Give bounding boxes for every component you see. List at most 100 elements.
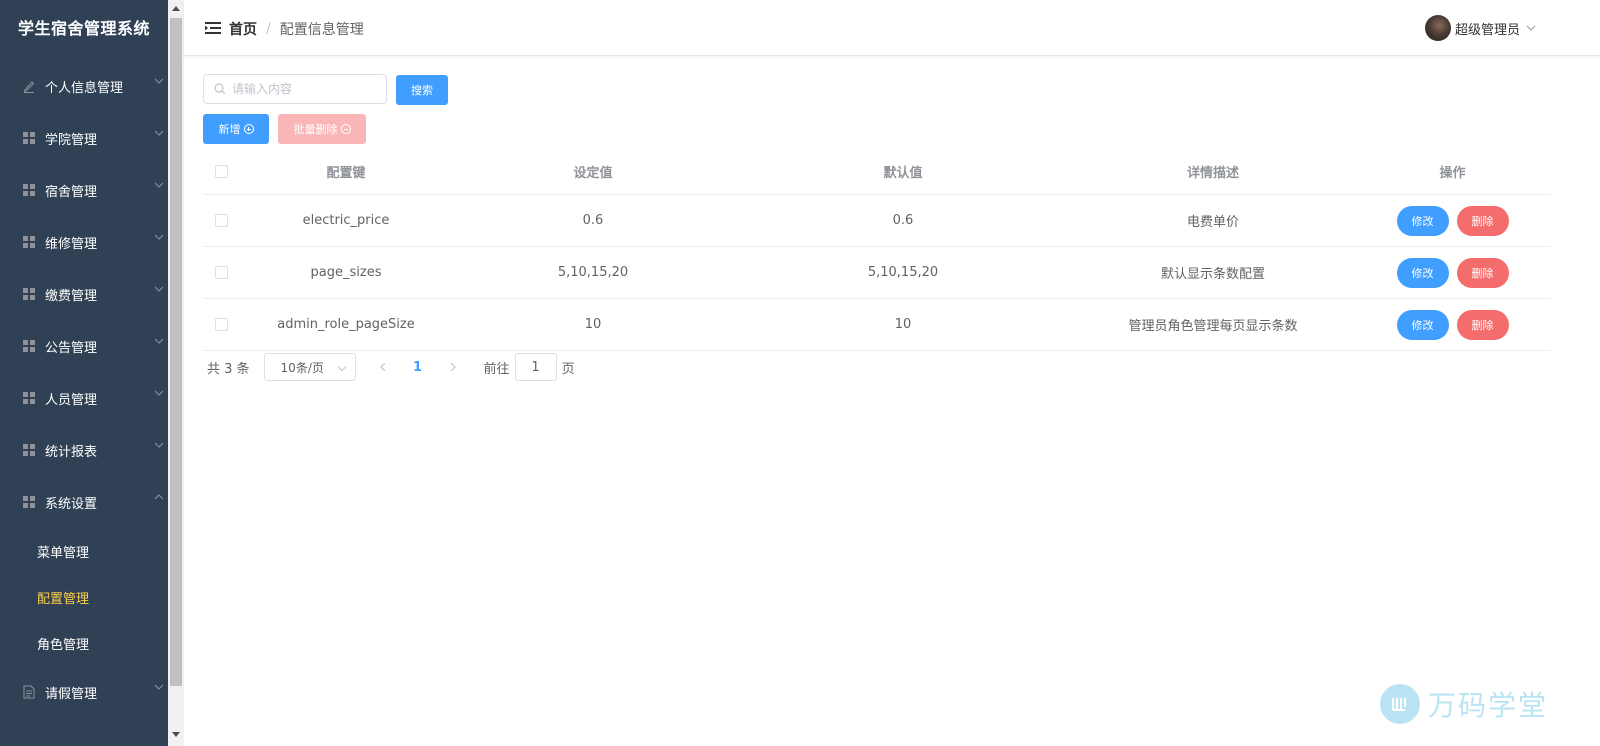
edit-button[interactable]: 修改 xyxy=(1396,257,1449,288)
column-header-description: 详情描述 xyxy=(1186,165,1239,181)
sidebar-item-payment[interactable]: 缴费管理 xyxy=(0,268,168,320)
sidebar-item-label: 人员管理 xyxy=(45,392,98,408)
table-row: admin_role_pageSize 10 10 管理员角色管理每页显示条数 … xyxy=(203,299,1551,351)
sidebar-item-label: 统计报表 xyxy=(45,444,98,460)
chevron-down-icon xyxy=(154,684,164,690)
sidebar-item-label: 系统设置 xyxy=(45,496,98,512)
cell-default: 5,10,15,20 xyxy=(867,265,939,280)
goto-page-input[interactable] xyxy=(514,353,557,381)
chevron-down-icon xyxy=(154,182,164,188)
user-name: 超级管理员 xyxy=(1454,22,1520,38)
sidebar-subitem-role[interactable]: 角色管理 xyxy=(0,620,168,666)
plus-circle-icon xyxy=(243,124,254,134)
chevron-down-icon xyxy=(154,442,164,448)
table-row: page_sizes 5,10,15,20 5,10,15,20 默认显示条数配… xyxy=(203,247,1551,299)
row-checkbox[interactable] xyxy=(215,214,228,227)
sidebar-item-reports[interactable]: 统计报表 xyxy=(0,424,168,476)
page-number-current[interactable]: 1 xyxy=(398,360,438,375)
avatar xyxy=(1424,15,1451,41)
edit-button[interactable]: 修改 xyxy=(1396,309,1449,340)
sidebar-item-repair[interactable]: 维修管理 xyxy=(0,216,168,268)
select-all-cell xyxy=(203,164,240,178)
cell-description: 默认显示条数配置 xyxy=(1160,267,1265,282)
chevron-down-icon xyxy=(337,362,346,372)
chevron-right-icon xyxy=(450,362,456,372)
breadcrumb: 首页 / 配置信息管理 xyxy=(229,19,364,39)
sidebar-item-personnel[interactable]: 人员管理 xyxy=(0,372,168,424)
page-size-select[interactable]: 10条/页 xyxy=(263,353,356,381)
document-icon xyxy=(22,685,36,699)
row-checkbox[interactable] xyxy=(215,266,228,279)
table-row: electric_price 0.6 0.6 电费单价 修改 删除 xyxy=(203,195,1551,247)
breadcrumb-home[interactable]: 首页 xyxy=(229,19,257,39)
breadcrumb-separator: / xyxy=(266,21,271,37)
column-header-default: 默认值 xyxy=(883,165,923,181)
delete-button[interactable]: 删除 xyxy=(1456,309,1509,340)
sidebar-item-personal-info[interactable]: 个人信息管理 xyxy=(0,60,168,112)
grid-icon xyxy=(22,443,36,457)
sidebar-item-label: 缴费管理 xyxy=(45,288,98,304)
batch-delete-button[interactable]: 批量删除 xyxy=(278,114,366,144)
minus-circle-icon xyxy=(340,124,351,134)
chevron-down-icon xyxy=(154,130,164,136)
page-size-value: 10条/页 xyxy=(280,360,324,375)
sidebar-item-label: 个人信息管理 xyxy=(45,80,124,96)
goto-suffix: 页 xyxy=(561,361,575,377)
menu-toggle-icon[interactable] xyxy=(205,22,221,34)
chevron-down-icon xyxy=(1526,25,1536,31)
scroll-down-arrow-icon[interactable] xyxy=(172,732,180,737)
cell-description: 管理员角色管理每页显示条数 xyxy=(1128,319,1298,334)
sidebar-item-leave[interactable]: 请假管理 xyxy=(0,666,168,718)
watermark-text: 万码学堂 xyxy=(1427,689,1548,722)
sidebar-subitem-config[interactable]: 配置管理 xyxy=(0,574,168,620)
cell-default: 0.6 xyxy=(892,213,914,228)
search-input[interactable] xyxy=(232,82,382,96)
sidebar-item-label: 公告管理 xyxy=(45,340,98,356)
user-menu[interactable]: 超级管理员 xyxy=(1424,15,1536,41)
sidebar-scrollbar[interactable] xyxy=(168,0,184,746)
chevron-up-icon xyxy=(154,494,164,500)
breadcrumb-current: 配置信息管理 xyxy=(279,22,364,38)
select-all-checkbox[interactable] xyxy=(215,164,228,178)
cell-actions: 修改 删除 xyxy=(1354,257,1551,288)
cell-value: 5,10,15,20 xyxy=(557,265,629,280)
batch-delete-label: 批量删除 xyxy=(293,123,338,136)
sidebar-item-college[interactable]: 学院管理 xyxy=(0,112,168,164)
prev-page-button[interactable] xyxy=(368,353,398,381)
scrollbar-thumb[interactable] xyxy=(170,18,182,686)
sidebar-item-label: 维修管理 xyxy=(45,236,98,252)
cell-key: page_sizes xyxy=(310,265,382,280)
edit-button[interactable]: 修改 xyxy=(1396,205,1449,236)
search-icon xyxy=(214,83,226,95)
column-header-actions: 操作 xyxy=(1439,165,1466,181)
delete-button[interactable]: 删除 xyxy=(1456,257,1509,288)
edit-icon xyxy=(22,79,36,93)
pagination-total: 共 3 条 xyxy=(207,361,250,377)
add-button[interactable]: 新增 xyxy=(203,114,269,144)
grid-icon xyxy=(22,131,36,145)
grid-icon xyxy=(22,339,36,353)
sidebar-item-dorm[interactable]: 宿舍管理 xyxy=(0,164,168,216)
scroll-up-arrow-icon[interactable] xyxy=(172,6,180,11)
cell-default: 10 xyxy=(894,317,912,332)
app-title: 学生宿舍管理系统 xyxy=(17,19,150,38)
add-button-label: 新增 xyxy=(218,123,241,136)
sidebar-item-system-settings[interactable]: 系统设置 xyxy=(0,476,168,528)
cell-value: 10 xyxy=(584,317,602,332)
search-input-wrapper[interactable] xyxy=(203,74,387,104)
chevron-down-icon xyxy=(154,286,164,292)
pagination: 共 3 条 10条/页 1 前往 页 xyxy=(207,353,575,381)
row-select-cell xyxy=(203,318,240,331)
chevron-down-icon xyxy=(154,390,164,396)
chevron-down-icon xyxy=(154,338,164,344)
row-checkbox[interactable] xyxy=(215,318,228,331)
grid-icon xyxy=(22,235,36,249)
search-button[interactable]: 搜索 xyxy=(396,75,448,105)
sidebar-item-label: 宿舍管理 xyxy=(45,184,98,200)
delete-button[interactable]: 删除 xyxy=(1456,205,1509,236)
cell-key: admin_role_pageSize xyxy=(277,317,415,332)
next-page-button[interactable] xyxy=(438,353,468,381)
goto-label: 前往 xyxy=(483,361,510,377)
sidebar-subitem-menu[interactable]: 菜单管理 xyxy=(0,528,168,574)
sidebar-item-notice[interactable]: 公告管理 xyxy=(0,320,168,372)
